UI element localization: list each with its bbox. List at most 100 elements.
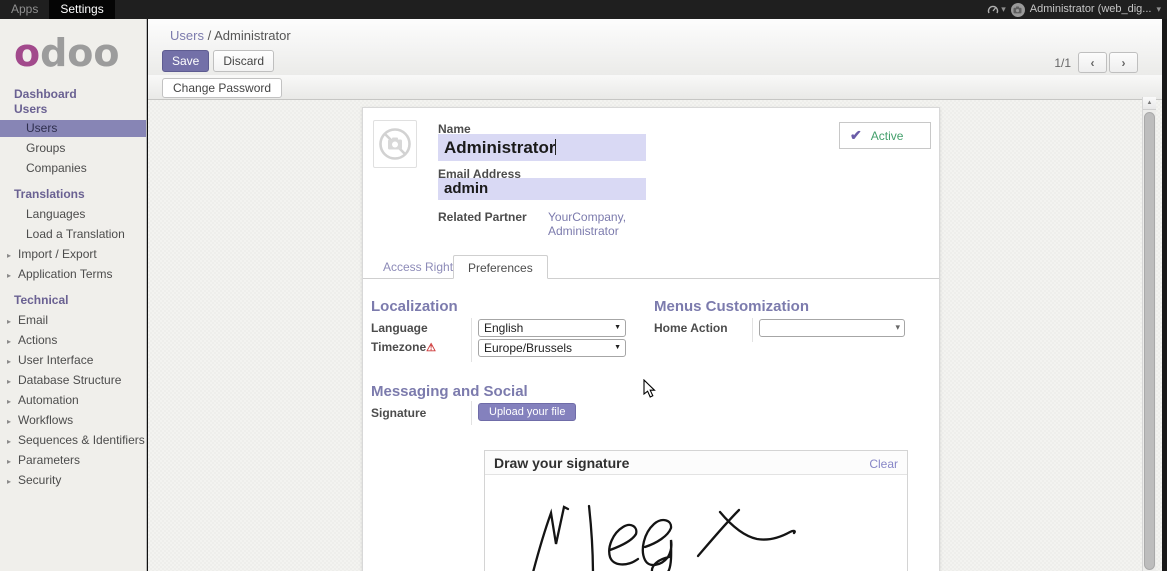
sidebar-item-import-export[interactable]: ▸ Import / Export [0, 246, 146, 263]
sidebar-item-users[interactable]: Users [0, 120, 146, 137]
expand-caret-icon: ▸ [7, 269, 11, 282]
messaging-social-title: Messaging and Social [371, 383, 528, 400]
mouse-pointer-icon [643, 379, 656, 398]
sidebar-item-email[interactable]: ▸Email [0, 312, 146, 329]
logo-letter: o [14, 31, 40, 75]
sidebar-item-actions[interactable]: ▸Actions [0, 332, 146, 349]
sidebar-item-dashboard[interactable]: Dashboard [0, 87, 146, 102]
signature-clear-link[interactable]: Clear [869, 457, 898, 471]
user-image-placeholder[interactable] [373, 120, 417, 168]
field-separator [752, 318, 753, 342]
sidebar-item-label: Parameters [18, 453, 80, 467]
related-partner-link[interactable]: YourCompany, Administrator [548, 210, 632, 238]
related-partner-label: Related Partner [438, 210, 527, 224]
topbar-user-area: ▾ Administrator (web_dig... ▾ [987, 0, 1161, 19]
expand-caret-icon: ▸ [7, 475, 11, 488]
scroll-up-arrow[interactable]: ▲ [1143, 97, 1156, 110]
breadcrumb-current: Administrator [214, 28, 291, 43]
gauge-icon [987, 4, 999, 16]
timezone-select[interactable]: Europe/Brussels ▼ [478, 339, 626, 357]
warning-icon: ⚠ [426, 342, 436, 354]
check-icon: ✔ [850, 127, 862, 144]
text-cursor [555, 139, 556, 155]
pager-next-button[interactable]: › [1109, 52, 1138, 73]
email-value: admin [444, 180, 488, 197]
menus-customization-title: Menus Customization [654, 298, 809, 315]
camera-icon [1013, 6, 1022, 14]
timezone-label: Timezone⚠ [371, 340, 436, 354]
pager-value: 1/1 [1054, 56, 1071, 70]
email-input[interactable]: admin [438, 178, 646, 200]
expand-caret-icon: ▸ [7, 315, 11, 328]
field-separator [471, 401, 472, 425]
sidebar-item-companies[interactable]: Companies [0, 160, 146, 177]
field-separator [471, 318, 472, 362]
tab-preferences[interactable]: Preferences [453, 255, 548, 279]
expand-caret-icon: ▸ [7, 375, 11, 388]
user-menu[interactable]: Administrator (web_dig... [1030, 0, 1152, 19]
sidebar-item-load-translation[interactable]: Load a Translation [0, 226, 146, 243]
name-input[interactable]: Administrator [438, 134, 646, 161]
sidebar-item-languages[interactable]: Languages [0, 206, 146, 223]
expand-caret-icon: ▸ [7, 249, 11, 262]
scrollbar-thumb[interactable] [1144, 112, 1155, 570]
vertical-scrollbar[interactable]: ▲ [1142, 97, 1156, 571]
notebook-tabs: Access Rights Preferences [363, 255, 939, 279]
avatar[interactable] [1011, 3, 1025, 17]
sidebar: odoo Dashboard Users Users Groups Compan… [0, 19, 147, 571]
localization-title: Localization [371, 298, 458, 315]
form-sheet: Name Administrator Email Address admin R… [362, 107, 940, 571]
language-select[interactable]: English ▼ [478, 319, 626, 337]
active-checkbox[interactable]: ✔ Active [839, 122, 931, 149]
form-buttons: Save Discard [162, 50, 274, 72]
language-label: Language [371, 321, 428, 335]
dropdown-caret-icon: ▾ [895, 322, 900, 333]
sidebar-item-security[interactable]: ▸ Security [0, 472, 146, 489]
sidebar-item-label: Security [18, 473, 61, 487]
save-button[interactable]: Save [162, 50, 209, 72]
sidebar-item-groups[interactable]: Groups [0, 140, 146, 157]
expand-caret-icon: ▸ [7, 395, 11, 408]
planner-gauge-menu[interactable]: ▾ [987, 0, 1006, 19]
signature-drawing [485, 475, 907, 571]
sidebar-item-workflows[interactable]: ▸Workflows [0, 412, 146, 429]
sidebar-item-sequences-identifiers[interactable]: ▸Sequences & Identifiers [0, 432, 146, 449]
home-action-select[interactable]: ▾ [759, 319, 905, 337]
signature-panel: Draw your signature Clear [484, 450, 908, 571]
odoo-logo[interactable]: odoo [0, 19, 146, 83]
sidebar-item-automation[interactable]: ▸Automation [0, 392, 146, 409]
form-statusbar: Change Password [148, 75, 1162, 100]
home-action-label: Home Action [654, 321, 728, 335]
sidebar-item-application-terms[interactable]: ▸ Application Terms [0, 266, 146, 283]
sidebar-item-label: Import / Export [18, 247, 97, 261]
sidebar-item-label: Database Structure [18, 373, 121, 387]
select-caret-icon: ▼ [614, 344, 621, 351]
sidebar-item-users-root[interactable]: Users [0, 102, 146, 117]
topbar-menu-settings[interactable]: Settings [49, 0, 114, 19]
sidebar-item-label: Actions [18, 333, 57, 347]
sidebar-item-parameters[interactable]: ▸Parameters [0, 452, 146, 469]
form-view-area: Name Administrator Email Address admin R… [148, 100, 1162, 571]
pager-previous-button[interactable]: ‹ [1078, 52, 1107, 73]
upload-file-button[interactable]: Upload your file [478, 403, 576, 421]
change-password-button[interactable]: Change Password [162, 78, 282, 98]
expand-caret-icon: ▸ [7, 415, 11, 428]
signature-label: Signature [371, 406, 426, 420]
sidebar-item-label: Application Terms [18, 267, 113, 281]
topbar-menu-apps[interactable]: Apps [0, 0, 49, 19]
signature-canvas[interactable] [485, 475, 907, 571]
breadcrumb-users-link[interactable]: Users [170, 28, 204, 43]
language-value: English [484, 321, 523, 335]
chevron-down-icon: ▾ [1001, 0, 1006, 19]
expand-caret-icon: ▸ [7, 435, 11, 448]
sidebar-section-translations: Translations [0, 186, 146, 203]
discard-button[interactable]: Discard [213, 50, 274, 72]
sidebar-menu: Dashboard Users Users Groups Companies T… [0, 87, 146, 489]
breadcrumb-separator: / [208, 28, 212, 43]
sidebar-section-technical: Technical [0, 292, 146, 309]
tab-access-rights[interactable]: Access Rights [383, 260, 459, 274]
active-label: Active [871, 129, 904, 143]
sidebar-item-database-structure[interactable]: ▸ Database Structure [0, 372, 146, 389]
topbar: Apps Settings ▾ Administrator (web_dig..… [0, 0, 1167, 19]
sidebar-item-user-interface[interactable]: ▸User Interface [0, 352, 146, 369]
